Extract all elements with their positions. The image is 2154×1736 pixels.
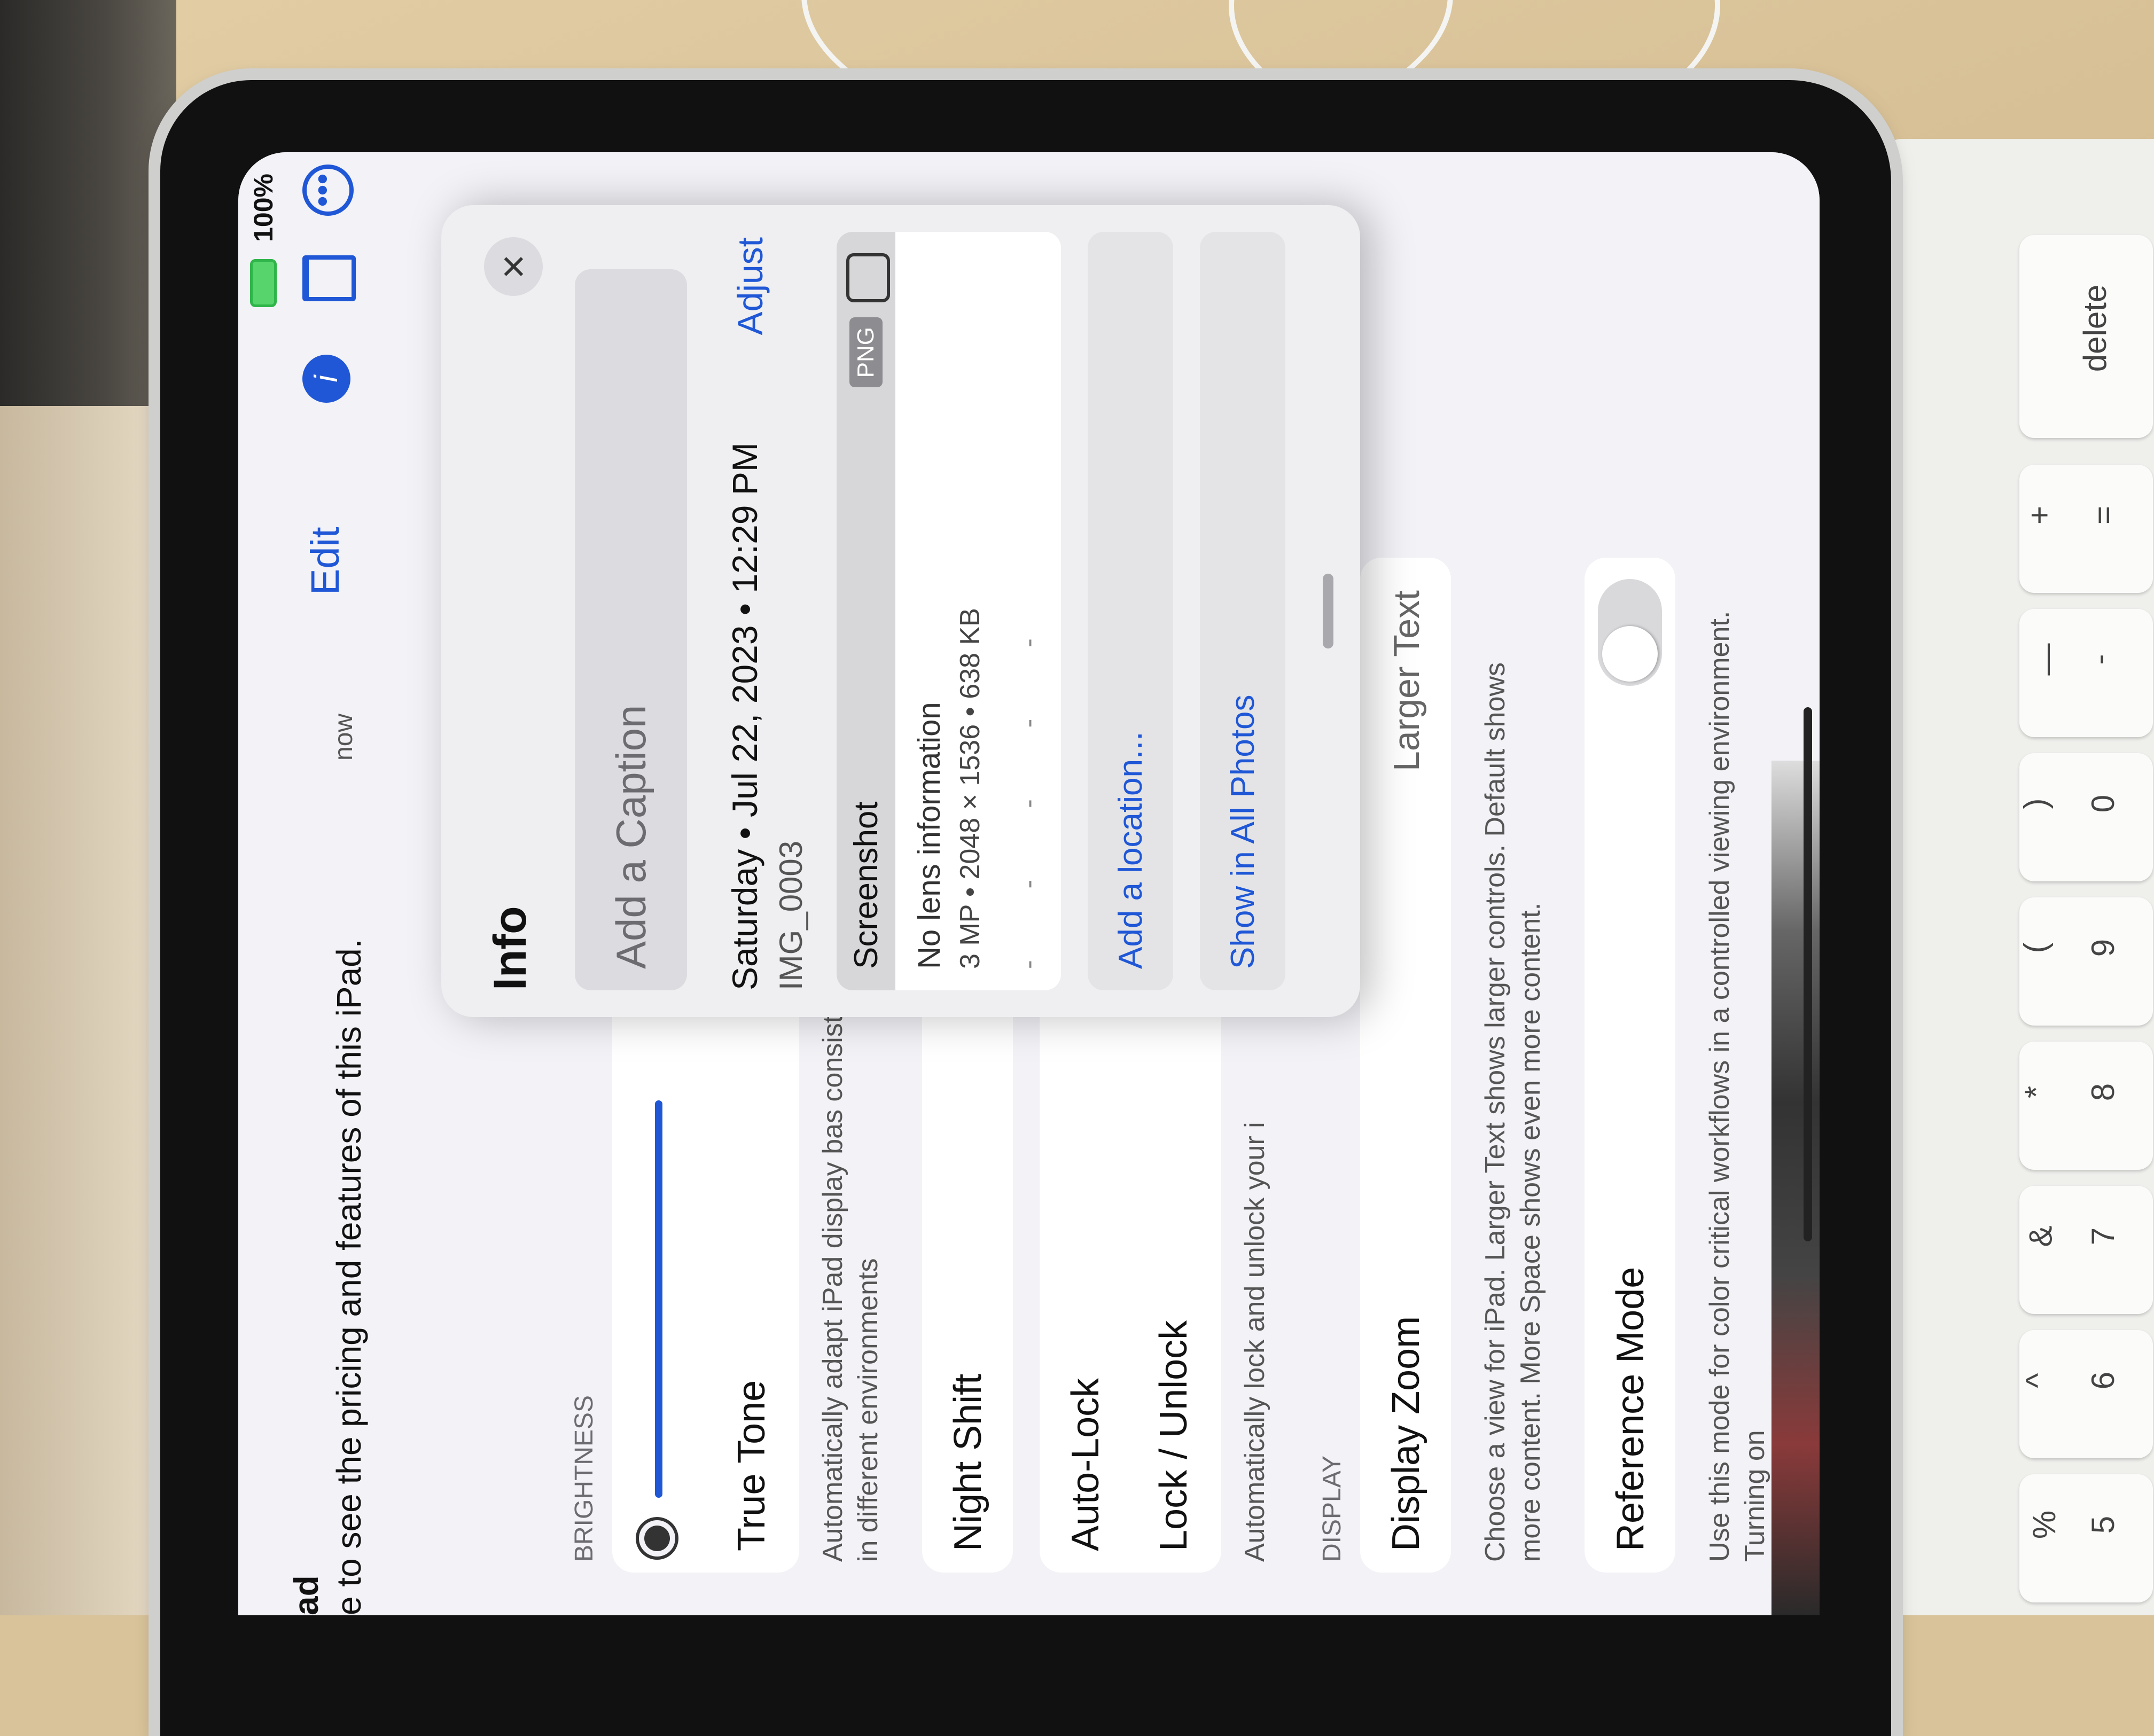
image-dimensions: 3 MP • 2048 × 1536 • 638 KB — [955, 608, 986, 969]
photo-thumbnail-strip[interactable] — [1771, 761, 1820, 1615]
delete-key[interactable]: delete — [2019, 235, 2153, 438]
more-button[interactable]: ••• — [302, 165, 354, 216]
rotated-ui: 100% ad e to see the pricing and feature… — [238, 152, 1820, 1615]
show-all-photos-field[interactable]: Show in All Photos — [1200, 232, 1285, 990]
lens-info: No lens information — [912, 702, 947, 969]
brightness-slider[interactable] — [655, 1100, 662, 1498]
close-button[interactable]: × — [484, 237, 543, 296]
display-zoom-note: Choose a view for iPad. Larger Text show… — [1480, 662, 1546, 1562]
shelf-panel — [0, 406, 155, 1615]
battery-percent: 100% — [248, 174, 278, 242]
display-zoom-value: Larger Text — [1386, 590, 1427, 771]
show-all-photos-link[interactable]: Show in All Photos — [1224, 694, 1262, 969]
location-field[interactable]: Add a location... — [1088, 232, 1173, 990]
info-button[interactable]: i — [302, 355, 350, 403]
lock-unlock-label[interactable]: Lock / Unlock — [1152, 1320, 1196, 1551]
keyboard-key[interactable]: % 5 — [2019, 1474, 2153, 1602]
display-zoom-cell[interactable]: Display Zoom Larger Text — [1360, 558, 1451, 1573]
info-popover: Info × Add a Caption Saturday • Jul 22, … — [441, 205, 1360, 1017]
keyboard-key[interactable]: & 7 — [2019, 1186, 2153, 1314]
exif-placeholders: - - - - - — [1013, 606, 1043, 969]
format-badge: PNG — [849, 317, 883, 388]
reference-mode-label: Reference Mode — [1609, 1266, 1652, 1551]
trash-icon[interactable] — [302, 255, 356, 301]
caption-field[interactable]: Add a Caption — [575, 269, 687, 990]
keyboard-key[interactable]: (9 — [2017, 897, 2153, 1026]
photo-toolbar: Edit i ••• — [286, 152, 366, 1615]
keyboard-key[interactable]: ^ 6 — [2019, 1330, 2153, 1458]
reference-mode-cell: Reference Mode — [1585, 558, 1675, 1573]
exif-type: Screenshot — [848, 801, 885, 969]
photo-filename: IMG_0003 — [773, 840, 809, 990]
resize-grabber[interactable] — [1323, 574, 1333, 648]
auto-lock-label[interactable]: Auto-Lock — [1064, 1378, 1107, 1551]
adjust-button[interactable]: Adjust — [730, 237, 770, 335]
keyboard-key[interactable]: + = — [2019, 465, 2153, 593]
keyboard-key[interactable]: ) 0 — [2017, 753, 2153, 881]
add-location-link[interactable]: Add a location... — [1112, 731, 1150, 969]
lock-note: Automatically lock and unlock your i — [1239, 1122, 1270, 1562]
brightness-header: BRIGHTNESS — [570, 1395, 598, 1562]
display-zoom-label: Display Zoom — [1385, 1316, 1427, 1551]
night-shift-label: Night Shift — [947, 1373, 989, 1551]
keyboard-key[interactable]: * 8 — [2018, 1042, 2153, 1170]
true-tone-label: True Tone — [730, 1380, 773, 1551]
edit-button[interactable]: Edit — [302, 527, 348, 595]
reference-mode-toggle[interactable] — [1598, 579, 1662, 686]
ipad-screen: 100% ad e to see the pricing and feature… — [238, 152, 1820, 1615]
screenshot-icon — [846, 253, 890, 302]
sun-icon — [644, 1526, 670, 1551]
keyboard-key[interactable]: — - — [2019, 609, 2153, 737]
display-header: DISPLAY — [1318, 1455, 1346, 1562]
keyboard: % 5 ^ 6 & 7 * 8 (9 ) 0 — - + = delete — [1880, 139, 2154, 1615]
home-indicator — [1804, 707, 1812, 1241]
exif-panel: Screenshot PNG No lens information 3 MP … — [837, 232, 1061, 990]
toggle-knob — [1602, 626, 1658, 682]
exif-header: Screenshot PNG — [837, 232, 895, 990]
true-tone-note: Automatically adapt iPad display bas con… — [817, 976, 884, 1562]
battery-icon — [250, 259, 277, 307]
caption-placeholder: Add a Caption — [607, 705, 654, 969]
info-title: Info — [485, 906, 536, 990]
reference-note: Use this mode for color critical workflo… — [1704, 611, 1770, 1562]
status-bar: 100% — [238, 152, 286, 1615]
photo-date: Saturday • Jul 22, 2023 • 12:29 PM — [725, 442, 764, 990]
